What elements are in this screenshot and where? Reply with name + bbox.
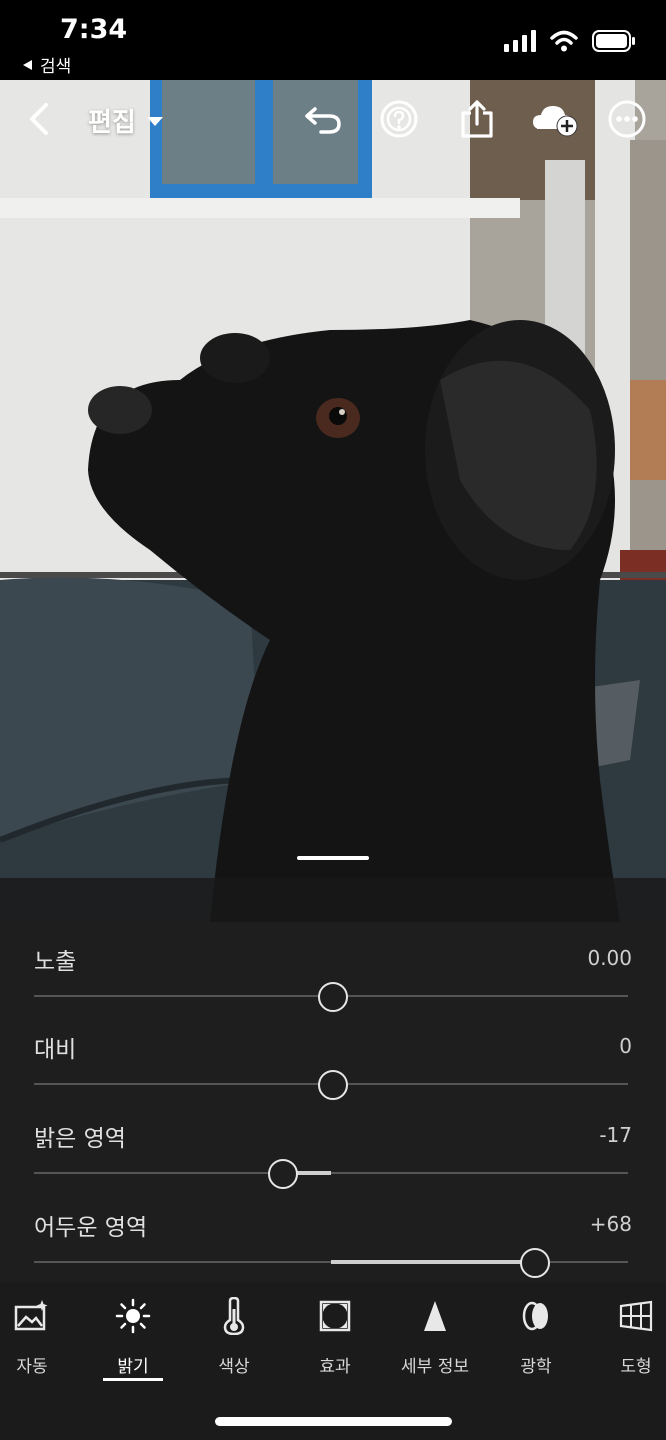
home-indicator[interactable] (215, 1417, 452, 1426)
dropdown-icon (146, 116, 163, 126)
cloud-sync-button[interactable] (530, 98, 580, 140)
wifi-icon (550, 30, 578, 52)
edit-toolbar: 편집 (0, 80, 666, 158)
thermometer-icon (223, 1297, 245, 1335)
exposure-thumb[interactable] (312, 976, 358, 1022)
contrast-slider-row: 대비 0 (0, 1020, 666, 1110)
active-tool-indicator (103, 1378, 163, 1381)
more-icon (608, 100, 646, 138)
back-triangle-icon (23, 59, 32, 70)
contrast-thumb[interactable] (312, 1064, 358, 1110)
lens-icon (522, 1301, 548, 1331)
exposure-slider-row: 노출 0.00 (0, 932, 666, 1022)
vignette-icon (319, 1300, 351, 1332)
detail-icon (424, 1301, 446, 1331)
shadows-value: +68 (589, 1212, 632, 1236)
back-to-app-label: 검색 (40, 57, 72, 77)
more-button[interactable] (606, 98, 648, 140)
panel-header-strip (0, 878, 666, 922)
shadows-thumb[interactable] (513, 1242, 560, 1288)
tool-detail-label: 세부 정보 (401, 1357, 469, 1377)
help-button[interactable] (378, 98, 420, 140)
light-icon (115, 1298, 151, 1334)
highlights-thumb[interactable] (261, 1153, 308, 1199)
tool-detail[interactable]: 세부 정보 (385, 1296, 485, 1386)
highlights-slider-row: 밝은 영역 -17 (0, 1109, 666, 1199)
tool-optics-label: 광학 (520, 1357, 552, 1377)
edit-mode-label: 편집 (88, 108, 136, 138)
tool-effects-label: 효과 (319, 1357, 351, 1377)
back-button[interactable] (18, 98, 60, 140)
signal-icon (504, 30, 536, 52)
contrast-value: 0 (619, 1034, 632, 1058)
tool-optics[interactable]: 광학 (486, 1296, 586, 1386)
highlights-track[interactable] (34, 1172, 628, 1174)
tool-light[interactable]: 밝기 (83, 1296, 183, 1386)
exposure-value: 0.00 (587, 946, 632, 970)
contrast-label: 대비 (34, 1037, 77, 1063)
exposure-label: 노출 (34, 949, 77, 975)
battery-icon (592, 30, 635, 52)
dog-photo (0, 80, 666, 922)
edit-mode-menu[interactable]: 편집 (88, 102, 164, 139)
status-bar: 7:34 검색 (0, 0, 666, 80)
tool-auto[interactable]: 자동 (0, 1296, 82, 1386)
tool-light-label: 밝기 (117, 1357, 149, 1377)
status-time: 7:34 (60, 14, 128, 45)
cloud-add-icon (533, 106, 578, 137)
undo-button[interactable] (302, 98, 344, 140)
tool-auto-label: 자동 (16, 1357, 48, 1377)
help-icon (380, 100, 418, 138)
shadows-slider-row: 어두운 영역 +68 (0, 1198, 666, 1288)
tool-effects[interactable]: 효과 (285, 1296, 385, 1386)
shadows-fill (331, 1260, 533, 1264)
light-adjust-panel: 노출 0.00 대비 0 밝은 영역 -17 어두운 영역 +68 (0, 922, 666, 1288)
share-button[interactable] (456, 98, 498, 140)
shadows-label: 어두운 영역 (34, 1215, 148, 1241)
highlights-label: 밝은 영역 (34, 1126, 126, 1152)
highlights-value: -17 (599, 1123, 632, 1147)
tool-color[interactable]: 색상 (184, 1296, 284, 1386)
photo-canvas[interactable] (0, 80, 666, 922)
tool-geometry-label: 도형 (620, 1357, 652, 1377)
geometry-icon (619, 1300, 653, 1332)
back-to-app-link[interactable]: 검색 (22, 52, 71, 77)
share-icon (461, 100, 493, 138)
undo-icon (305, 107, 341, 134)
back-chevron-icon (30, 103, 48, 135)
panel-drag-handle[interactable] (297, 856, 369, 860)
auto-icon (14, 1300, 48, 1331)
tool-color-label: 색상 (218, 1357, 250, 1377)
tool-geometry[interactable]: 도형 (586, 1296, 666, 1386)
